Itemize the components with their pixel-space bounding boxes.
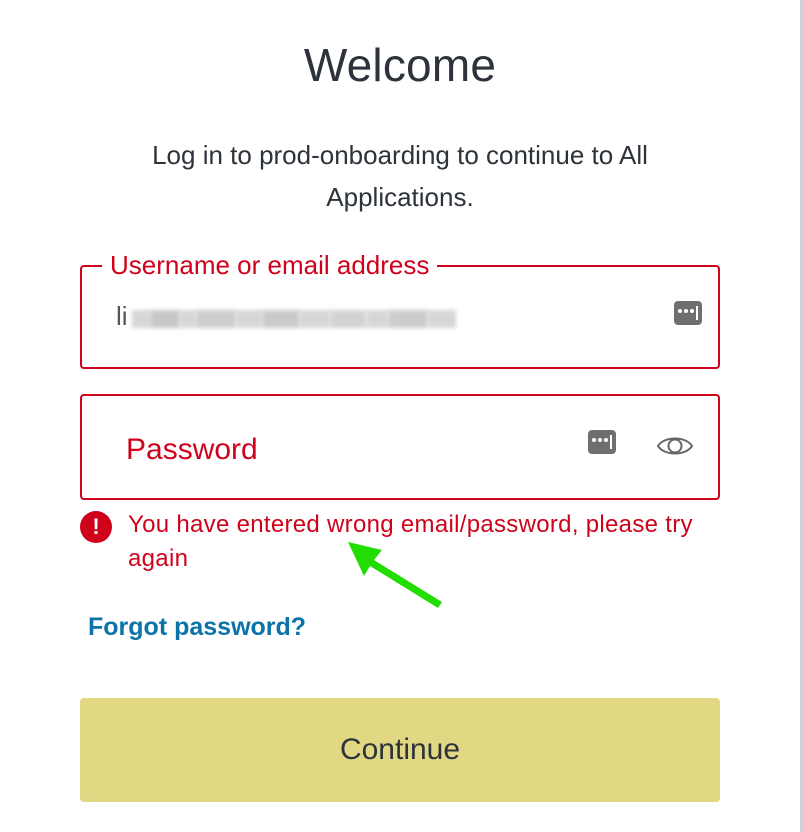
password-manager-key-icon[interactable] [588, 430, 616, 454]
password-manager-key-icon[interactable] [674, 301, 702, 325]
password-field[interactable]: Password [80, 394, 720, 500]
forgot-password-link[interactable]: Forgot password? [88, 613, 306, 642]
username-value-prefix: li [116, 301, 128, 331]
username-label: Username or email address [102, 247, 438, 283]
eye-icon[interactable] [656, 432, 694, 460]
arrow-icon [348, 542, 442, 608]
username-field[interactable]: Username or email address li [80, 247, 720, 369]
window-edge [800, 0, 804, 832]
exclamation-circle-icon: ! [80, 511, 112, 543]
continue-button[interactable]: Continue [80, 698, 720, 802]
page-title: Welcome [303, 39, 497, 91]
password-placeholder: Password [126, 433, 258, 466]
page-subtitle: Log in to prod-onboarding to continue to… [152, 140, 648, 212]
redacted-username [132, 305, 456, 333]
